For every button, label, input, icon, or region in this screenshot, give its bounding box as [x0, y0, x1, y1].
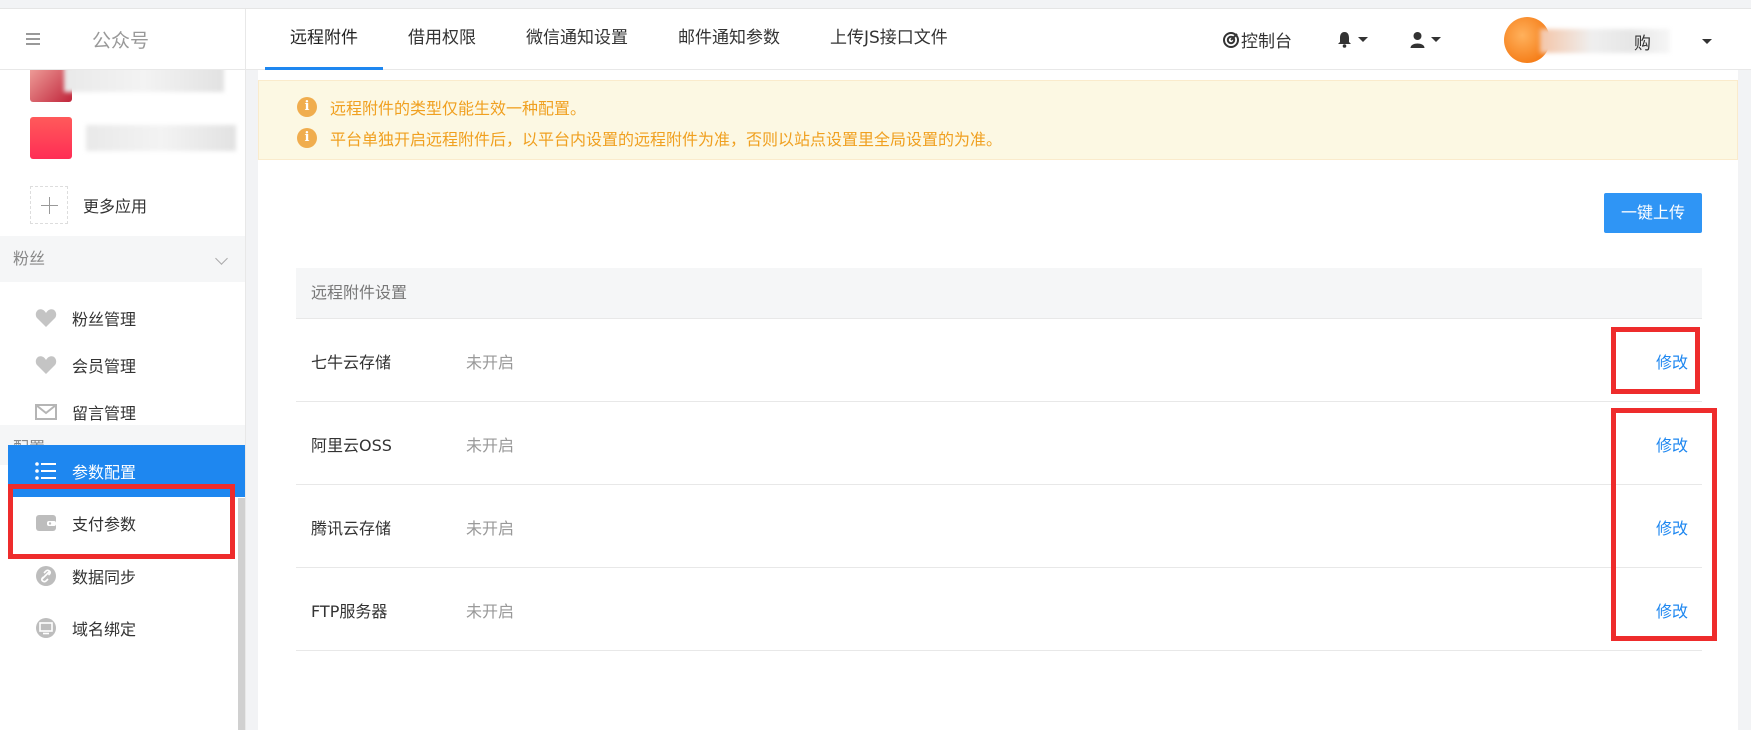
tab-mail-notify[interactable]: 邮件通知参数 — [653, 9, 805, 70]
app-item[interactable] — [30, 70, 240, 106]
remote-attachment-panel: 远程附件设置 七牛云存储 未开启 修改 阿里云OSS 未开启 修改 腾讯云存储 … — [296, 268, 1702, 651]
account-switcher[interactable]: 购 — [1500, 17, 1740, 63]
main-content: i 远程附件的类型仅能生效一种配置。 i 平台单独开启远程附件后，以平台内设置的… — [258, 70, 1738, 730]
app-name-redacted — [64, 70, 224, 92]
chevron-down-icon — [215, 252, 228, 265]
sidebar-item-label: 域名绑定 — [72, 620, 137, 639]
storage-status: 未开启 — [466, 353, 515, 372]
group-title: 粉丝 — [13, 249, 46, 268]
one-click-upload-button[interactable]: 一键上传 — [1604, 193, 1702, 233]
sidebar-item-label: 参数配置 — [72, 463, 137, 482]
sidebar-item-label: 会员管理 — [72, 357, 137, 376]
storage-status: 未开启 — [466, 519, 515, 538]
target-icon — [1223, 31, 1239, 48]
sidebar-item-member-manage[interactable]: 会员管理 — [0, 339, 240, 391]
notice-line: i 远程附件的类型仅能生效一种配置。 — [297, 95, 586, 119]
panel-title: 远程附件设置 — [296, 268, 1702, 319]
storage-name: 阿里云OSS — [311, 436, 392, 455]
sidebar-scrollbar[interactable] — [238, 498, 245, 730]
edit-link[interactable]: 修改 — [1656, 349, 1688, 373]
more-apps-label: 更多应用 — [83, 197, 148, 216]
tab-bar: 远程附件 借用权限 微信通知设置 邮件通知参数 上传JS接口文件 — [265, 9, 973, 70]
chevron-down-icon — [1358, 37, 1368, 42]
storage-status: 未开启 — [466, 602, 515, 621]
sidebar-item-payment-params[interactable]: 支付参数 — [0, 497, 240, 549]
table-row: 七牛云存储 未开启 修改 — [296, 319, 1702, 402]
tab-wechat-notify[interactable]: 微信通知设置 — [501, 9, 653, 70]
more-apps-button[interactable]: 更多应用 — [30, 185, 147, 225]
notification-button[interactable] — [1337, 9, 1368, 70]
heart-icon — [34, 307, 58, 329]
notice-text: 平台单独开启远程附件后，以平台内设置的远程附件为准，否则以站点设置里全局设置的为… — [330, 130, 1003, 149]
storage-name: 腾讯云存储 — [311, 519, 392, 538]
edit-link[interactable]: 修改 — [1656, 432, 1688, 456]
chevron-down-icon — [1702, 39, 1712, 44]
notice-line: i 平台单独开启远程附件后，以平台内设置的远程附件为准，否则以站点设置里全局设置… — [297, 126, 1002, 150]
storage-name: 七牛云存储 — [311, 353, 392, 372]
sidebar-item-label: 数据同步 — [72, 568, 137, 587]
brand-title: 公众号 — [92, 30, 150, 52]
user-icon — [1410, 32, 1425, 48]
account-name: 购 — [1634, 34, 1651, 54]
heart-icon — [34, 354, 58, 376]
wallet-icon — [34, 512, 58, 534]
list-icon — [34, 460, 58, 482]
user-menu-button[interactable] — [1410, 9, 1441, 70]
brand: 公众号 — [0, 9, 246, 70]
notice-text: 远程附件的类型仅能生效一种配置。 — [330, 99, 587, 118]
link-icon — [34, 565, 58, 587]
tab-remote-attachment[interactable]: 远程附件 — [265, 9, 383, 70]
chevron-down-icon — [1431, 37, 1441, 42]
plus-icon — [30, 186, 68, 224]
sidebar-item-fans-manage[interactable]: 粉丝管理 — [0, 292, 240, 344]
info-icon: i — [297, 97, 317, 117]
sidebar-item-data-sync[interactable]: 数据同步 — [0, 550, 240, 602]
sidebar-item-label: 留言管理 — [72, 404, 137, 423]
sidebar-item-domain-binding[interactable]: 域名绑定 — [0, 602, 240, 654]
table-row: FTP服务器 未开启 修改 — [296, 568, 1702, 651]
group-header-fans[interactable]: 粉丝 — [0, 236, 245, 282]
sidebar-item-label: 粉丝管理 — [72, 310, 137, 329]
app-name-redacted — [86, 125, 236, 151]
monitor-icon — [34, 617, 58, 639]
console-label: 控制台 — [1241, 32, 1292, 52]
storage-status: 未开启 — [466, 436, 515, 455]
info-icon: i — [297, 128, 317, 148]
edit-link[interactable]: 修改 — [1656, 598, 1688, 622]
storage-name: FTP服务器 — [311, 602, 388, 621]
notice-box: i 远程附件的类型仅能生效一种配置。 i 平台单独开启远程附件后，以平台内设置的… — [258, 80, 1738, 160]
top-bar: 公众号 远程附件 借用权限 微信通知设置 邮件通知参数 上传JS接口文件 控制台… — [0, 8, 1751, 70]
app-item[interactable] — [30, 117, 240, 161]
mail-icon — [34, 401, 58, 423]
console-link[interactable]: 控制台 — [1223, 9, 1292, 70]
sidebar: 更多应用 粉丝 粉丝管理 会员管理 留言管理 配置 参数配置 — [0, 70, 246, 730]
tab-upload-js[interactable]: 上传JS接口文件 — [805, 9, 973, 70]
table-row: 腾讯云存储 未开启 修改 — [296, 485, 1702, 568]
edit-link[interactable]: 修改 — [1656, 515, 1688, 539]
menu-icon[interactable] — [26, 33, 40, 45]
sidebar-item-label: 支付参数 — [72, 515, 137, 534]
app-thumbnail — [30, 117, 72, 159]
bell-icon — [1338, 32, 1351, 48]
table-row: 阿里云OSS 未开启 修改 — [296, 402, 1702, 485]
tab-borrow-permission[interactable]: 借用权限 — [383, 9, 501, 70]
sidebar-item-param-config[interactable]: 参数配置 — [8, 445, 245, 497]
